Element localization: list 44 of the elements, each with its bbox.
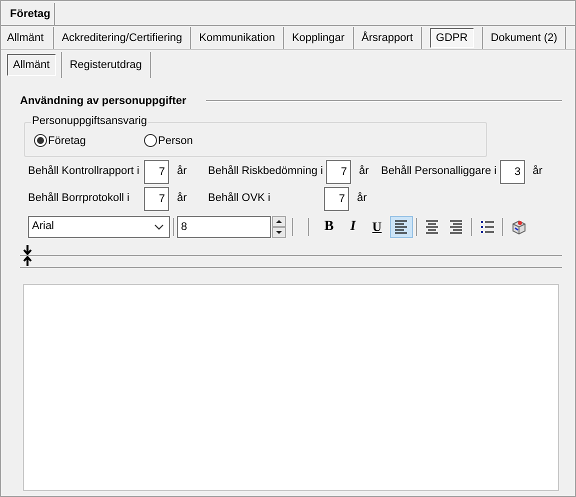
section-title: Användning av personuppgifter	[20, 94, 186, 109]
field-label: Behåll Kontrollrapport i	[28, 164, 140, 180]
input-field[interactable]: 7	[144, 160, 169, 184]
tab[interactable]: Ackreditering/Certifiering	[62, 30, 182, 46]
cube-icon	[510, 218, 526, 236]
align-right-icon	[448, 218, 464, 236]
chevron-down-icon	[154, 224, 164, 230]
unit-label: år	[532, 164, 542, 180]
field-label: Behåll Borrprotokoll i	[28, 191, 130, 206]
field-label: Behåll OVK i	[208, 191, 272, 206]
underline-button[interactable]: U	[366, 216, 388, 238]
indent-down-arrow-icon[interactable]	[23, 244, 32, 254]
radio-label: Företag	[48, 134, 86, 148]
field-label: Behåll Personalliggare i	[381, 164, 498, 180]
spin-buttons[interactable]	[272, 216, 286, 238]
bold-button[interactable]: B	[318, 216, 340, 238]
input-field[interactable]: 3	[500, 160, 525, 184]
field-label: Behåll Riskbedömning i	[208, 164, 324, 180]
tab[interactable]: Kopplingar	[292, 30, 345, 46]
tab[interactable]: Årsrapport	[362, 30, 413, 46]
align-left-icon	[392, 218, 410, 236]
radio-label: Person	[158, 134, 193, 148]
size-field[interactable]: 8	[177, 216, 271, 238]
align-center-icon	[424, 218, 440, 236]
font-dropdown[interactable]: Arial	[28, 216, 170, 238]
unit-label: år	[177, 164, 187, 180]
indent-up-arrow-icon[interactable]	[23, 256, 32, 266]
input-field[interactable]: 7	[144, 186, 169, 210]
radio-button[interactable]	[34, 134, 47, 148]
tab[interactable]: Dokument (2)	[490, 30, 558, 46]
subtab[interactable]: Allmänt	[7, 54, 56, 76]
tab[interactable]: Allmänt	[7, 30, 44, 46]
align-left-button[interactable]	[390, 216, 412, 238]
input-field[interactable]: 7	[326, 160, 351, 184]
tab[interactable]: Kommunikation	[199, 30, 275, 46]
unit-label: år	[357, 191, 367, 206]
subtab[interactable]: Registerutdrag	[70, 56, 142, 74]
italic-button[interactable]: I	[342, 216, 364, 238]
input-field[interactable]: 7	[324, 186, 349, 210]
unit-label: år	[177, 191, 187, 206]
radio-button[interactable]	[144, 134, 157, 148]
dropdown-value: Arial	[32, 219, 54, 234]
unit-label: år	[358, 164, 369, 180]
tab[interactable]: GDPR	[430, 28, 474, 48]
